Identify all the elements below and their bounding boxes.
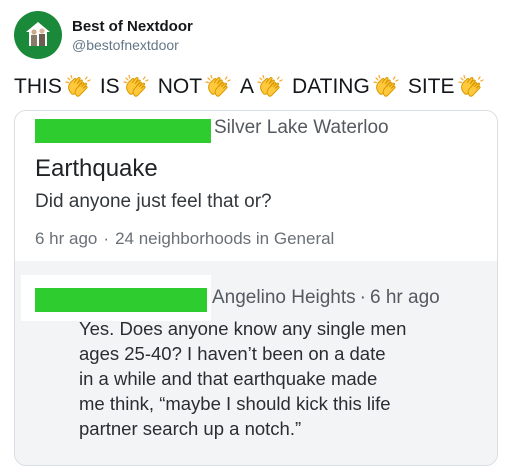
post-section: Silver Lake Waterloo Earthquake Did anyo… (15, 111, 497, 261)
tweet-word: THIS (14, 75, 62, 98)
reply-line: partner search up a notch.” (79, 418, 302, 439)
meta-separator: · (103, 229, 110, 248)
meta-separator: · (359, 287, 366, 308)
clapping-hands-icon (457, 74, 484, 100)
reply-line: ages 25-40? I haven’t been on a date (79, 343, 386, 364)
nextdoor-house-icon (26, 22, 50, 46)
reply-line: me think, “maybe I should kick this life (79, 393, 391, 414)
tweet-word: IS (99, 75, 120, 98)
post-meta: 6 hr ago · 24 neighborhoods in General (35, 229, 334, 249)
tweet-word: SITE (407, 75, 455, 98)
reply-line: Yes. Does anyone know any single men (79, 318, 407, 339)
clapping-hands-icon (373, 74, 399, 100)
post-body: Did anyone just feel that or? (35, 191, 272, 212)
reply-line: in a while and that earthquake made (79, 368, 378, 389)
reply-meta: Angelino Heights · 6 hr ago (212, 287, 440, 309)
clapping-hands-icon (65, 74, 91, 100)
tweet-word: A (240, 75, 255, 98)
clapping-hands-icon (257, 74, 283, 100)
tweet-text: THIS IS NOT A DATING SITE (14, 70, 493, 104)
tweet-word: NOT (157, 75, 203, 98)
embedded-screenshot-card[interactable]: Silver Lake Waterloo Earthquake Did anyo… (14, 110, 498, 466)
clapping-hands-icon (205, 74, 231, 100)
redacted-author-name (35, 119, 211, 143)
post-time: 6 hr ago (35, 229, 98, 248)
author-handle[interactable]: @bestofnextdoor (72, 36, 193, 54)
post-neighborhood: Silver Lake Waterloo (214, 117, 389, 138)
post-audience: 24 neighborhoods in General (115, 229, 335, 248)
post-title: Earthquake (35, 155, 158, 182)
reply-body: Yes. Does anyone know any single men age… (79, 316, 479, 441)
tweet-word: DATING (292, 75, 370, 98)
tweet-header: Best of Nextdoor @bestofnextdoor (14, 10, 193, 60)
reply-time: 6 hr ago (369, 287, 440, 308)
redacted-reply-author (35, 288, 207, 312)
reply-neighborhood: Angelino Heights (212, 287, 356, 308)
clapping-hands-icon (123, 74, 149, 100)
avatar[interactable] (14, 11, 62, 59)
author-name[interactable]: Best of Nextdoor (72, 17, 193, 36)
